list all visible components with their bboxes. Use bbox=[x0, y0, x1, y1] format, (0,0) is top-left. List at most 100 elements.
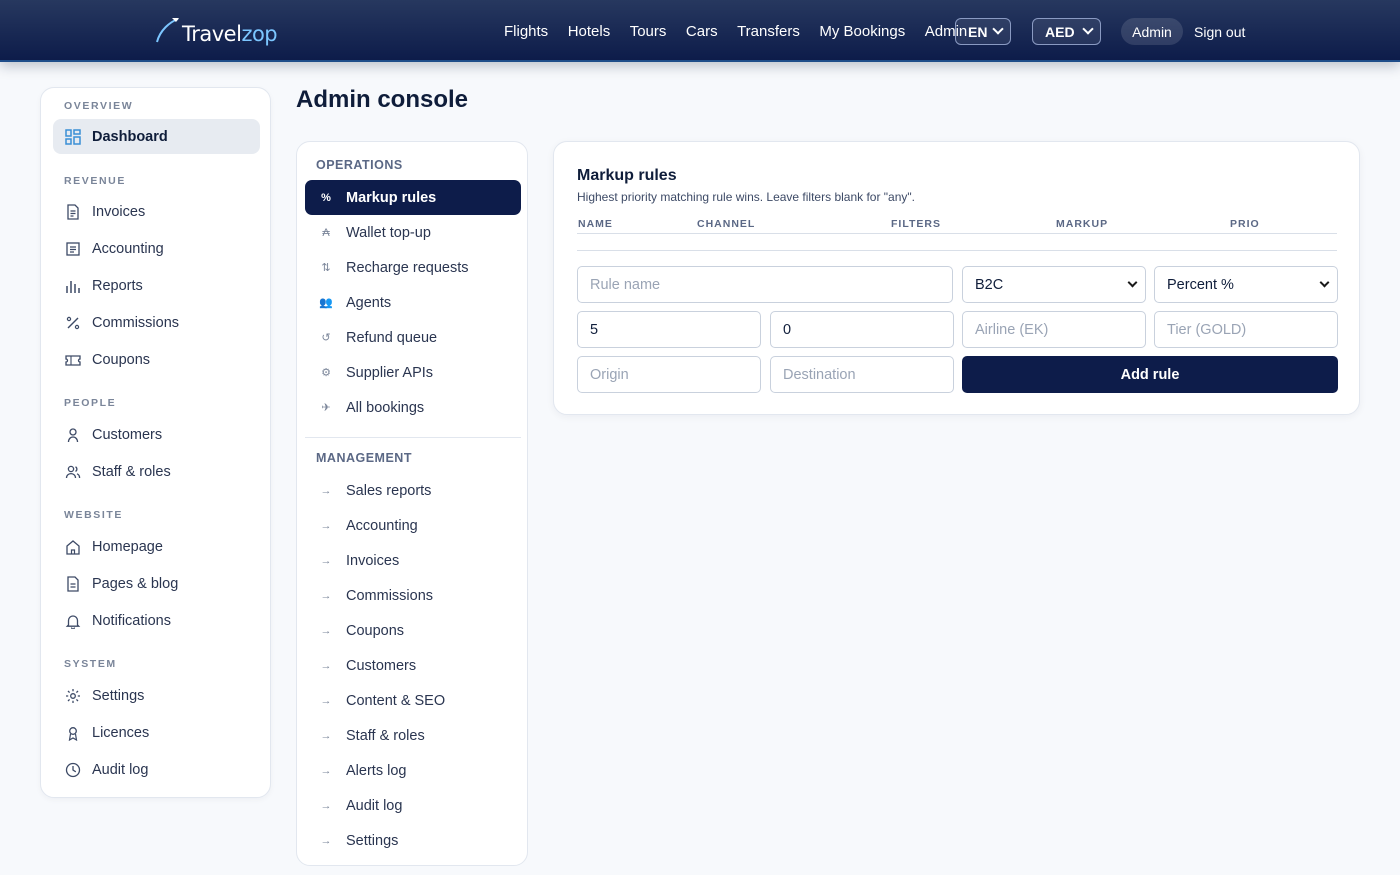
menu-item-audit-log[interactable]: → Audit log bbox=[305, 788, 521, 823]
nav-flights[interactable]: Flights bbox=[504, 23, 548, 40]
clock-icon bbox=[65, 762, 81, 778]
menu-item-label: Refund queue bbox=[346, 329, 438, 346]
dashboard-icon bbox=[65, 128, 81, 145]
nav-hotels[interactable]: Hotels bbox=[568, 23, 611, 40]
signout-link[interactable]: Sign out bbox=[1194, 24, 1245, 40]
tier-input[interactable]: Tier (GOLD) bbox=[1154, 311, 1338, 348]
menu-item-refund-queue[interactable]: ↺ Refund queue bbox=[305, 320, 521, 355]
sidebar-item-label: Settings bbox=[92, 687, 145, 704]
priority-input[interactable]: 0 bbox=[770, 311, 954, 348]
table-header-divider bbox=[577, 233, 1337, 234]
main-nav: Flights Hotels Tours Cars Transfers My B… bbox=[504, 0, 987, 62]
sidebar-item-label: Customers bbox=[92, 426, 163, 443]
table-body-divider bbox=[577, 250, 1337, 251]
menu-item-coupons[interactable]: → Coupons bbox=[305, 613, 521, 648]
sidebar-item-label: Pages & blog bbox=[92, 575, 179, 592]
menu-item-label: Supplier APIs bbox=[346, 364, 434, 381]
column-header-prio: PRIO bbox=[1230, 218, 1260, 230]
sidebar-section-overview: OVERVIEW bbox=[64, 100, 134, 112]
bell-icon bbox=[65, 613, 81, 629]
rule-name-input[interactable]: Rule name bbox=[577, 266, 953, 303]
markup-type-value: Percent % bbox=[1167, 276, 1234, 293]
chevron-down-icon bbox=[1127, 277, 1138, 288]
menu-item-wallet-topup[interactable]: ₳ Wallet top-up bbox=[305, 215, 521, 250]
document-icon bbox=[65, 575, 81, 592]
channel-select[interactable]: B2C bbox=[962, 266, 1146, 303]
menu-item-invoices[interactable]: → Invoices bbox=[305, 543, 521, 578]
nav-tours[interactable]: Tours bbox=[630, 23, 667, 40]
users-icon bbox=[65, 464, 81, 480]
menu-item-markup-rules[interactable]: % Markup rules bbox=[305, 180, 521, 215]
menu-item-staff-roles[interactable]: → Staff & roles bbox=[305, 718, 521, 753]
destination-input[interactable]: Destination bbox=[770, 356, 954, 393]
menu-item-label: Content & SEO bbox=[346, 692, 446, 709]
sidebar-item-invoices[interactable]: Invoices bbox=[53, 194, 260, 229]
markup-type-select[interactable]: Percent % bbox=[1154, 266, 1338, 303]
sidebar-item-audit-log[interactable]: Audit log bbox=[53, 752, 260, 787]
menu-item-label: Markup rules bbox=[346, 189, 437, 206]
arrow-right-icon: → bbox=[320, 694, 332, 707]
sidebar-item-label: Dashboard bbox=[92, 128, 168, 145]
sidebar-item-label: Coupons bbox=[92, 351, 151, 368]
markup-rules-card: Markup rules Highest priority matching r… bbox=[553, 141, 1360, 415]
airline-input[interactable]: Airline (EK) bbox=[962, 311, 1146, 348]
menu-item-label: Staff & roles bbox=[346, 727, 425, 744]
sidebar-item-settings[interactable]: Settings bbox=[53, 678, 260, 713]
currency-value: AED bbox=[1045, 23, 1075, 40]
sidebar-item-label: Audit log bbox=[92, 761, 149, 778]
menu-item-sales-reports[interactable]: → Sales reports bbox=[305, 473, 521, 508]
menu-item-label: Invoices bbox=[346, 552, 400, 569]
menu-item-settings[interactable]: → Settings bbox=[305, 823, 521, 858]
menu-item-supplier-apis[interactable]: ⚙ Supplier APIs bbox=[305, 355, 521, 390]
award-icon bbox=[65, 725, 81, 741]
arrow-right-icon: → bbox=[320, 484, 332, 497]
sidebar-item-coupons[interactable]: Coupons bbox=[53, 342, 260, 377]
arrow-right-icon: → bbox=[320, 659, 332, 672]
sidebar-item-label: Staff & roles bbox=[92, 463, 171, 480]
menu-item-accounting[interactable]: → Accounting bbox=[305, 508, 521, 543]
sidebar-section-people: PEOPLE bbox=[64, 397, 117, 409]
currency-select[interactable]: AED bbox=[1032, 18, 1101, 45]
arrow-right-icon: → bbox=[320, 589, 332, 602]
nav-my-bookings[interactable]: My Bookings bbox=[819, 23, 905, 40]
brand-logo[interactable]: Travelzop bbox=[154, 14, 278, 48]
menu-item-commissions[interactable]: → Commissions bbox=[305, 578, 521, 613]
sidebar-item-notifications[interactable]: Notifications bbox=[53, 603, 260, 638]
ticket-icon bbox=[65, 352, 81, 368]
home-icon bbox=[65, 539, 81, 555]
wallet-icon: ₳ bbox=[322, 226, 330, 239]
user-icon bbox=[65, 427, 81, 443]
user-pill[interactable]: Admin bbox=[1121, 18, 1183, 45]
sidebar-item-staff-roles[interactable]: Staff & roles bbox=[53, 454, 260, 489]
menu-item-customers[interactable]: → Customers bbox=[305, 648, 521, 683]
percent-icon bbox=[65, 315, 81, 331]
add-rule-button[interactable]: Add rule bbox=[962, 356, 1338, 393]
sidebar-section-system: SYSTEM bbox=[64, 658, 117, 670]
markup-value-input[interactable]: 5 bbox=[577, 311, 761, 348]
menu-item-label: Commissions bbox=[346, 587, 434, 604]
sidebar-item-customers[interactable]: Customers bbox=[53, 417, 260, 452]
sidebar-item-licences[interactable]: Licences bbox=[53, 715, 260, 750]
menu-item-content-seo[interactable]: → Content & SEO bbox=[305, 683, 521, 718]
gear-icon bbox=[65, 688, 81, 704]
brand-name: Travelzop bbox=[182, 22, 278, 46]
chevron-down-icon bbox=[1082, 23, 1094, 35]
sidebar-item-dashboard[interactable]: Dashboard bbox=[53, 119, 260, 154]
origin-input[interactable]: Origin bbox=[577, 356, 761, 393]
language-select[interactable]: EN bbox=[955, 18, 1011, 45]
sidebar-item-homepage[interactable]: Homepage bbox=[53, 529, 260, 564]
nav-transfers[interactable]: Transfers bbox=[737, 23, 800, 40]
menu-item-alerts-log[interactable]: → Alerts log bbox=[305, 753, 521, 788]
sidebar-item-accounting[interactable]: Accounting bbox=[53, 231, 260, 266]
menu-item-all-bookings[interactable]: ✈ All bookings bbox=[305, 390, 521, 425]
sidebar-item-pages-blog[interactable]: Pages & blog bbox=[53, 566, 260, 601]
menu-item-label: Sales reports bbox=[346, 482, 432, 499]
nav-cars[interactable]: Cars bbox=[686, 23, 718, 40]
column-header-filters: FILTERS bbox=[891, 218, 941, 230]
menu-item-label: Coupons bbox=[346, 622, 405, 639]
menu-item-agents[interactable]: 👥 Agents bbox=[305, 285, 521, 320]
sidebar-item-reports[interactable]: Reports bbox=[53, 268, 260, 303]
sidebar-item-label: Homepage bbox=[92, 538, 163, 555]
sidebar-item-commissions[interactable]: Commissions bbox=[53, 305, 260, 340]
menu-item-recharge-requests[interactable]: ⇅ Recharge requests bbox=[305, 250, 521, 285]
